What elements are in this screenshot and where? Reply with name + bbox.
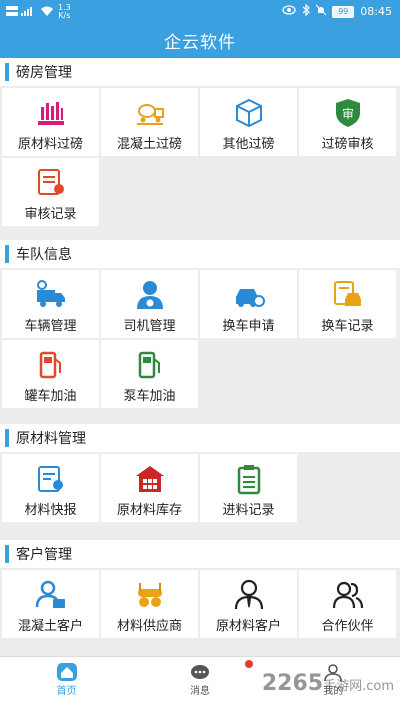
menu-item-tanker-refuel[interactable]: 罐车加油 [2,340,99,408]
menu-item-raw-material-customer[interactable]: 原材料客户 [200,570,297,638]
network-speed: 1.3 K/s [58,3,71,20]
fuel-pump-red-icon [39,351,61,379]
menu-item-concrete-weighing[interactable]: 混凝土过磅 [101,88,198,156]
menu-item-label: 审核记录 [24,207,77,222]
menu-item-material-supplier[interactable]: 材料供应商 [101,570,198,638]
menu-item-incoming-material-record[interactable]: 进料记录 [200,454,297,522]
menu-item-label: 其他过磅 [222,137,275,152]
page-title: 企云软件 [164,33,236,53]
sim-signal-icon [6,5,36,20]
section-accent-bar [5,545,9,563]
menu-item-material-report[interactable]: 材料快报 [2,454,99,522]
driver-icon [136,281,163,309]
menu-item-label: 原材料库存 [116,503,182,518]
menu-item-label: 司机管理 [123,319,176,334]
menu-item-label: 合作伙伴 [321,619,374,634]
menu-item-audit-record[interactable]: 审核记录 [2,158,99,226]
mute-icon [315,4,327,19]
clipboard-icon [237,465,260,495]
section-header: 车队信息 [0,240,400,268]
menu-item-vehicle-management[interactable]: 车辆管理 [2,270,99,338]
eye-icon [282,5,296,18]
section-customers: 客户管理 混凝土客户 材料供应商 原材料客户 合作伙伴 [0,540,400,640]
section-header: 原材料管理 [0,424,400,452]
section-title: 客户管理 [16,547,72,563]
menu-item-concrete-customer[interactable]: 混凝土客户 [2,570,99,638]
menu-item-label: 车辆管理 [24,319,77,334]
mixer-truck-icon [136,104,164,125]
menu-item-label: 罐车加油 [24,389,77,404]
menu-item-label: 材料供应商 [116,619,182,634]
nav-messages[interactable]: 消息 [133,657,266,701]
section-header: 磅房管理 [0,58,400,86]
menu-item-label: 混凝土客户 [17,619,83,634]
menu-item-label: 换车记录 [321,319,374,334]
nav-label: 消息 [189,685,210,697]
menu-item-weighing-audit[interactable]: 审 过磅审核 [299,88,396,156]
nav-label: 首页 [56,685,77,697]
section-header: 客户管理 [0,540,400,568]
menu-item-label: 原材料客户 [215,619,281,634]
customer-card-icon [35,580,65,608]
message-icon [190,664,209,679]
supplier-icon [137,583,162,607]
menu-item-label: 原材料过磅 [17,137,83,152]
section-weighbridge: 磅房管理 原材料过磅 混凝土过磅 其他过磅 审 过磅审核 审核记录 [0,58,400,226]
section-title: 车队信息 [16,247,72,263]
nav-home[interactable]: 首页 [0,657,133,701]
section-title: 原材料管理 [16,431,86,447]
audit-shield-icon: 审 [335,99,360,127]
car-swap-icon [235,289,265,307]
menu-item-pump-truck-refuel[interactable]: 泵车加油 [101,340,198,408]
car-record-icon [333,281,361,306]
menu-item-driver-management[interactable]: 司机管理 [101,270,198,338]
menu-item-label: 混凝土过磅 [116,137,182,152]
status-bar: 1.3 K/s 99 08:45 [0,0,400,22]
audit-record-icon [37,169,64,195]
menu-item-raw-material-stock[interactable]: 原材料库存 [101,454,198,522]
material-report-icon [37,466,63,492]
menu-item-label: 泵车加油 [123,389,176,404]
svg-text:审: 审 [341,106,353,121]
section-accent-bar [5,429,9,447]
menu-item-label: 材料快报 [24,503,77,518]
fuel-pump-green-icon [138,351,160,379]
menu-item-vehicle-change-record[interactable]: 换车记录 [299,270,396,338]
section-accent-bar [5,245,9,263]
box-icon [235,98,262,128]
watermark: 2265手游网.com [261,671,394,696]
app-header: 1.3 K/s 99 08:45 企云软件 [0,0,400,58]
menu-item-label: 换车申请 [222,319,275,334]
battery-indicator: 99 [332,5,355,18]
section-title: 磅房管理 [16,65,72,81]
partners-icon [332,581,363,609]
menu-item-vehicle-change-request[interactable]: 换车申请 [200,270,297,338]
client-tie-icon [234,579,263,610]
truck-gear-icon [36,280,65,307]
menu-item-partners[interactable]: 合作伙伴 [299,570,396,638]
wifi-icon [40,5,54,20]
home-icon [56,662,77,681]
menu-item-other-weighing[interactable]: 其他过磅 [200,88,297,156]
menu-item-label: 进料记录 [222,503,275,518]
menu-item-label: 过磅审核 [321,137,374,152]
warehouse-icon [135,466,164,492]
menu-item-raw-material-weighing[interactable]: 原材料过磅 [2,88,99,156]
section-raw-materials: 原材料管理 材料快报 原材料库存 进料记录 [0,424,400,524]
unread-badge [245,660,254,668]
bluetooth-icon [302,3,311,19]
section-fleet: 车队信息 车辆管理 司机管理 换车申请 换车记录 罐车加油 泵车加油 [0,240,400,410]
scale-icon [37,102,64,125]
clock: 08:45 [360,5,392,18]
section-accent-bar [5,63,9,81]
